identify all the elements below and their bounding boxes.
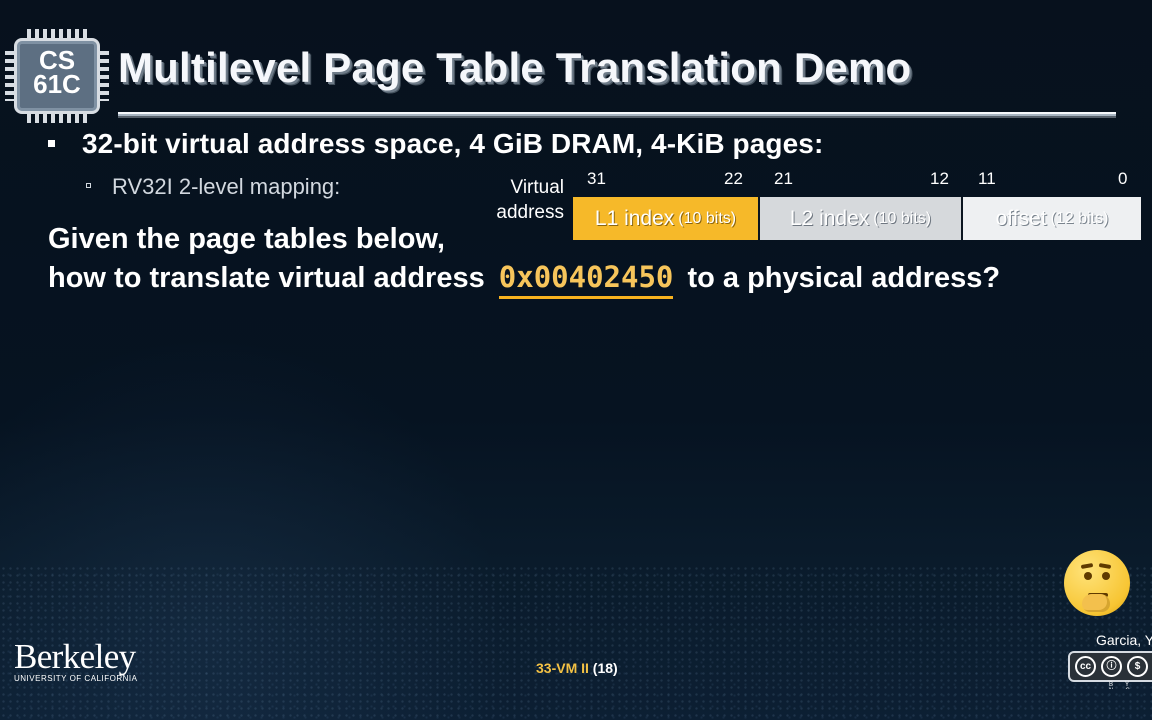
by-icon: ⓘ [1101,656,1122,677]
bit-label-31: 31 [587,169,606,188]
page-title: Multilevel Page Table Translation Demo [118,44,912,91]
bottom-dot-pattern [0,565,1152,720]
license-badge: cc ⓘ $ BY NC [1068,651,1152,689]
main-bullet: 32-bit virtual address space, 4 GiB DRAM… [48,128,823,160]
thinking-face-hand [1082,594,1110,612]
slide-canvas: CS 61C Multilevel Page Table Translation… [0,0,1152,720]
question-line-2-prefix: how to translate virtual address [48,262,485,294]
creative-commons-license: cc ⓘ $ BY NC [1068,651,1152,689]
chip-logo-line-2: 61C [33,69,81,99]
question-line-2: how to translate virtual address 0x00402… [48,259,1108,299]
author-credit: Garcia, Yo [1096,632,1152,648]
chip-pins-bottom [27,113,87,123]
main-bullet-text: 32-bit virtual address space, 4 GiB DRAM… [82,128,824,159]
license-text: BY NC [1109,682,1152,689]
question-line-2-suffix: to a physical address? [687,262,1001,294]
bit-label-22: 22 [724,169,743,188]
berkeley-logo: Berkeley UNIVERSITY OF CALIFORNIA [14,637,138,683]
thinking-face-left-eye [1084,572,1092,580]
nc-icon: $ [1127,656,1148,677]
chip-pins-left [5,51,15,101]
virtual-label-line-1: Virtual [510,177,564,198]
thinking-face-right-eye [1102,572,1110,580]
virtual-address-label: Virtual address [486,175,564,225]
question-line-1: Given the page tables below, [48,223,445,255]
bit-label-21: 21 [774,169,793,188]
chip-pins-top [27,29,87,39]
sub-bullet-text: RV32I 2-level mapping: [112,174,341,199]
slide-number: (18) [592,660,618,676]
slide-footer-code: 33-VM II (18) [536,660,618,676]
license-nc-label: NC [1109,688,1142,689]
chip-logo-text: CS 61C [17,47,97,111]
cs61c-chip-logo: CS 61C [5,29,109,123]
slide-code: 33-VM II [536,660,589,676]
bit-label-0: 0 [1118,169,1128,188]
question-text: Given the page tables below, how to tran… [48,220,1108,299]
cc-icon: cc [1075,656,1096,677]
berkeley-subtitle: UNIVERSITY OF CALIFORNIA [14,674,138,683]
bit-label-12: 12 [930,169,949,188]
berkeley-name: Berkeley [14,637,136,676]
virtual-address-value: 0x00402450 [498,260,674,299]
title-underline [118,112,1116,118]
bit-label-11: 11 [978,169,996,188]
chip-pins-right [99,51,109,101]
thinking-face-icon [1064,550,1130,616]
sub-bullet: RV32I 2-level mapping: [86,174,340,200]
